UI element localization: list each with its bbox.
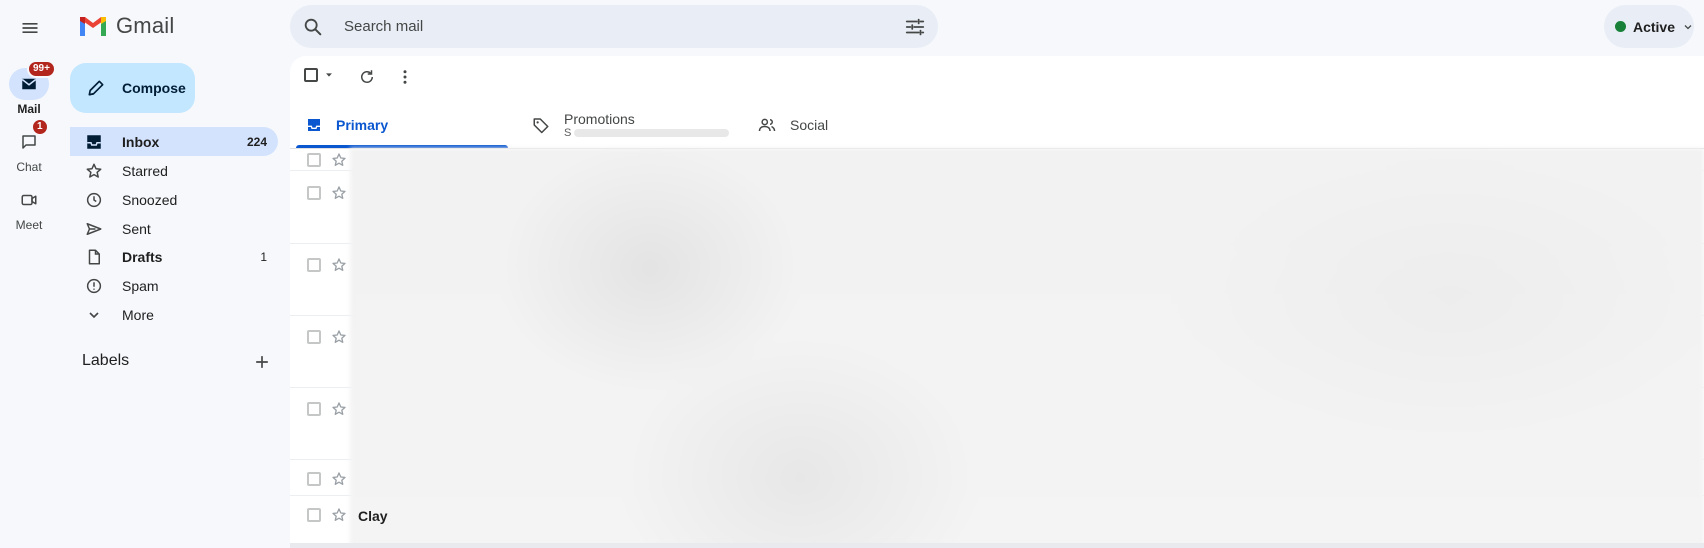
nav-snoozed-label: Snoozed <box>122 191 178 208</box>
tag-icon <box>533 118 549 134</box>
checkbox-box <box>304 68 318 82</box>
clock-icon <box>84 191 104 209</box>
nav-more[interactable]: More <box>70 300 278 329</box>
star-icon[interactable] <box>331 471 347 487</box>
row-checkbox[interactable] <box>307 258 321 272</box>
nav-starred-label: Starred <box>122 162 168 179</box>
nav-drafts[interactable]: Drafts 1 <box>70 242 278 271</box>
status-label: Active <box>1632 18 1676 35</box>
search-input[interactable] <box>344 5 864 48</box>
row-checkbox[interactable] <box>307 330 321 344</box>
redacted-email-content <box>350 148 1704 548</box>
pencil-icon <box>88 80 104 96</box>
row-checkbox[interactable] <box>307 186 321 200</box>
chevron-down-icon <box>84 307 104 323</box>
star-icon[interactable] <box>331 329 347 345</box>
mail-list-panel: Primary Promotions S Social Clay <box>290 56 1704 548</box>
compose-button[interactable]: Compose <box>70 63 195 113</box>
search-icon[interactable] <box>302 16 324 38</box>
star-icon[interactable] <box>331 152 347 168</box>
gmail-wordmark: Gmail <box>116 13 175 38</box>
tab-promotions-preview: S <box>564 127 730 139</box>
refresh-button[interactable] <box>358 68 376 86</box>
rail-chat-label: Chat <box>16 160 42 174</box>
nav-inbox-label: Inbox <box>122 133 160 150</box>
nav-sent-label: Sent <box>122 220 151 237</box>
video-camera-icon <box>21 194 37 206</box>
plus-icon <box>256 356 268 368</box>
draft-icon <box>84 248 104 266</box>
caret-down-icon <box>326 73 332 77</box>
nav-inbox[interactable]: Inbox 224 <box>70 127 278 156</box>
nav-drafts-label: Drafts <box>122 248 163 265</box>
tab-promotions-label: Promotions <box>564 111 635 127</box>
gmail-logo[interactable]: Gmail <box>78 13 174 39</box>
tab-primary-label: Primary <box>336 117 389 133</box>
star-icon[interactable] <box>331 257 347 273</box>
rail-meet[interactable]: Meet <box>0 184 58 232</box>
email-row[interactable]: Clay <box>290 496 1704 543</box>
hamburger-icon <box>22 23 38 33</box>
rail-mail-label: Mail <box>17 102 41 116</box>
tab-social-label: Social <box>790 117 829 133</box>
search-options-icon[interactable] <box>904 16 926 38</box>
tab-primary[interactable]: Primary <box>306 100 388 150</box>
nav-spam[interactable]: Spam <box>70 271 278 300</box>
compose-label: Compose <box>122 80 186 96</box>
nav-sent[interactable]: Sent <box>70 214 278 243</box>
more-options-button[interactable] <box>396 68 414 86</box>
search-bar[interactable] <box>290 5 938 48</box>
status-button[interactable]: Active <box>1604 5 1694 48</box>
refresh-icon <box>361 70 373 83</box>
create-label-button[interactable] <box>252 352 272 372</box>
star-icon[interactable] <box>331 507 347 523</box>
star-icon[interactable] <box>331 401 347 417</box>
inbox-icon <box>84 133 104 151</box>
nav-starred[interactable]: Starred <box>70 156 278 185</box>
star-icon <box>84 162 104 180</box>
tab-promotions-sublabel: S <box>564 127 572 139</box>
people-icon <box>758 118 776 132</box>
send-icon <box>84 220 104 238</box>
inbox-icon <box>308 119 320 131</box>
report-icon <box>84 277 104 295</box>
mail-badge: 99+ <box>27 60 56 78</box>
row-checkbox[interactable] <box>307 153 321 167</box>
star-icon[interactable] <box>331 185 347 201</box>
tab-social[interactable]: Social <box>758 100 828 150</box>
main-menu-button[interactable] <box>14 12 46 44</box>
nav-inbox-count: 224 <box>246 134 267 149</box>
nav-drafts-count: 1 <box>260 249 267 264</box>
nav-spam-label: Spam <box>122 277 159 294</box>
rail-mail[interactable]: 99+ Mail <box>0 60 58 116</box>
row-checkbox[interactable] <box>307 508 321 522</box>
gmail-m-icon <box>80 16 106 36</box>
labels-heading: Labels <box>82 352 130 369</box>
more-vert-icon <box>403 70 407 84</box>
tab-promotions[interactable]: Promotions <box>532 100 635 150</box>
redacted-text <box>574 129 730 137</box>
rail-meet-label: Meet <box>15 218 43 232</box>
nav-snoozed[interactable]: Snoozed <box>70 185 278 214</box>
select-all-checkbox[interactable] <box>304 68 334 82</box>
row-checkbox[interactable] <box>307 472 321 486</box>
rail-chat[interactable]: 1 Chat <box>0 118 58 174</box>
row-sender: Clay <box>358 508 388 524</box>
chat-icon <box>22 135 36 149</box>
chat-badge: 1 <box>31 118 49 136</box>
row-checkbox[interactable] <box>307 402 321 416</box>
status-dot <box>1615 21 1626 32</box>
chevron-down-icon <box>1684 24 1692 29</box>
horizontal-scrollbar[interactable] <box>290 543 1704 548</box>
nav-more-label: More <box>122 306 154 323</box>
